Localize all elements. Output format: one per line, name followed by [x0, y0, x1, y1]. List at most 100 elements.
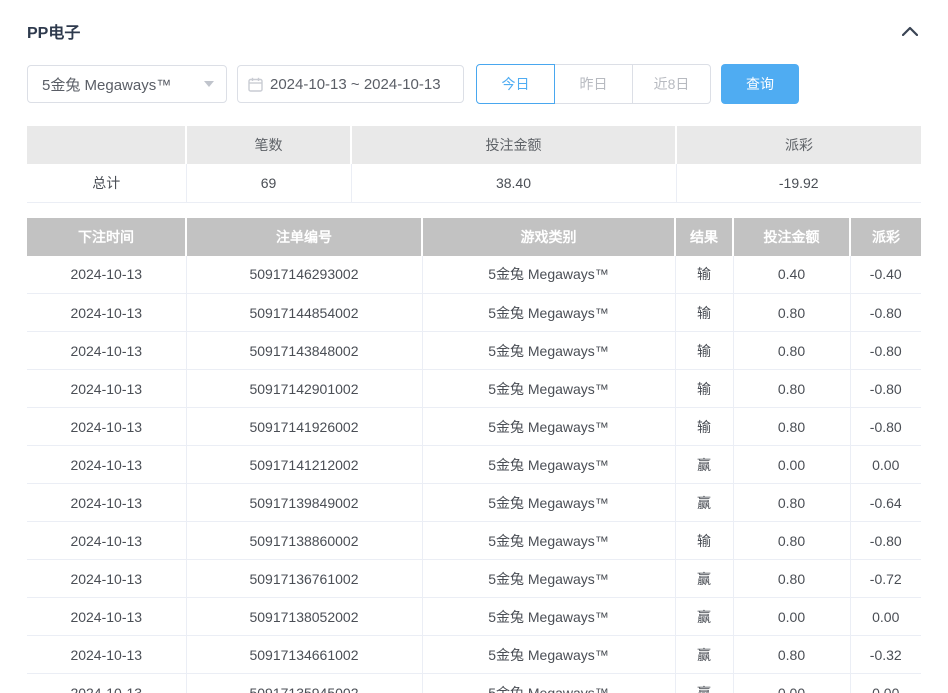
cell-date: 2024-10-13 [27, 598, 186, 636]
cell-result: 赢 [675, 636, 733, 674]
cell-order-id: 50917142901002 [186, 370, 422, 408]
table-row: 2024-10-13509171359450025金兔 Megaways™赢0.… [27, 674, 921, 693]
cell-order-id: 50917134661002 [186, 636, 422, 674]
cell-payout: -0.80 [850, 522, 921, 560]
summary-total-label: 总计 [27, 164, 186, 202]
summary-header-row: 笔数 投注金额 派彩 [27, 126, 921, 164]
cell-result: 输 [675, 522, 733, 560]
cell-game: 5金兔 Megaways™ [422, 408, 675, 446]
query-button[interactable]: 查询 [721, 64, 799, 104]
cell-date: 2024-10-13 [27, 332, 186, 370]
cell-payout: -0.32 [850, 636, 921, 674]
cell-payout: -0.80 [850, 408, 921, 446]
chevron-down-icon [204, 81, 214, 87]
collapse-chevron-up-icon[interactable] [899, 20, 921, 42]
cell-order-id: 50917143848002 [186, 332, 422, 370]
date-range-value: 2024-10-13 ~ 2024-10-13 [270, 76, 441, 93]
cell-bet: 0.80 [733, 522, 850, 560]
game-select-value: 5金兔 Megaways™ [42, 74, 171, 95]
game-select[interactable]: 5金兔 Megaways™ [27, 65, 227, 103]
date-range-picker[interactable]: 2024-10-13 ~ 2024-10-13 [237, 65, 464, 103]
cell-date: 2024-10-13 [27, 446, 186, 484]
cell-order-id: 50917144854002 [186, 294, 422, 332]
cell-date: 2024-10-13 [27, 522, 186, 560]
table-row: 2024-10-13509171462930025金兔 Megaways™输0.… [27, 256, 921, 294]
cell-game: 5金兔 Megaways™ [422, 370, 675, 408]
records-header-game-type: 游戏类别 [422, 218, 675, 256]
cell-order-id: 50917136761002 [186, 560, 422, 598]
summary-header-bet-amount: 投注金额 [351, 126, 676, 164]
cell-bet: 0.00 [733, 598, 850, 636]
cell-game: 5金兔 Megaways™ [422, 484, 675, 522]
summary-total-count: 69 [186, 164, 351, 202]
cell-bet: 0.80 [733, 636, 850, 674]
summary-header-count: 笔数 [186, 126, 351, 164]
table-row: 2024-10-13509171388600025金兔 Megaways™输0.… [27, 522, 921, 560]
cell-game: 5金兔 Megaways™ [422, 256, 675, 294]
cell-result: 输 [675, 256, 733, 294]
cell-date: 2024-10-13 [27, 674, 186, 693]
cell-payout: -0.40 [850, 256, 921, 294]
cell-game: 5金兔 Megaways™ [422, 294, 675, 332]
quick-range-group: 今日 昨日 近8日 [476, 64, 711, 104]
cell-order-id: 50917138860002 [186, 522, 422, 560]
pp-panel: PP电子 5金兔 Megaways™ 2024-10-13 ~ 2024-10-… [0, 0, 948, 693]
records-header-bet-amount: 投注金额 [733, 218, 850, 256]
summary-total-row: 总计 69 38.40 -19.92 [27, 164, 921, 202]
summary-total-bet-amount: 38.40 [351, 164, 676, 202]
cell-date: 2024-10-13 [27, 636, 186, 674]
summary-header-blank [27, 126, 186, 164]
cell-payout: -0.80 [850, 370, 921, 408]
cell-order-id: 50917146293002 [186, 256, 422, 294]
cell-game: 5金兔 Megaways™ [422, 636, 675, 674]
cell-payout: -0.64 [850, 484, 921, 522]
records-header-row: 下注时间 注单编号 游戏类别 结果 投注金额 派彩 [27, 218, 921, 256]
cell-result: 赢 [675, 446, 733, 484]
filter-bar: 5金兔 Megaways™ 2024-10-13 ~ 2024-10-13 今日… [27, 64, 921, 104]
range-button-last8days[interactable]: 近8日 [632, 64, 711, 104]
table-row: 2024-10-13509171448540025金兔 Megaways™输0.… [27, 294, 921, 332]
cell-bet: 0.00 [733, 674, 850, 693]
cell-game: 5金兔 Megaways™ [422, 446, 675, 484]
summary-table: 笔数 投注金额 派彩 总计 69 38.40 -19.92 [27, 126, 921, 203]
cell-order-id: 50917139849002 [186, 484, 422, 522]
range-button-yesterday[interactable]: 昨日 [554, 64, 633, 104]
cell-payout: -0.72 [850, 560, 921, 598]
cell-result: 输 [675, 408, 733, 446]
cell-game: 5金兔 Megaways™ [422, 560, 675, 598]
cell-order-id: 50917141926002 [186, 408, 422, 446]
summary-header-payout: 派彩 [676, 126, 921, 164]
cell-payout: 0.00 [850, 674, 921, 693]
cell-payout: -0.80 [850, 294, 921, 332]
cell-payout: -0.80 [850, 332, 921, 370]
cell-date: 2024-10-13 [27, 256, 186, 294]
cell-result: 输 [675, 332, 733, 370]
cell-game: 5金兔 Megaways™ [422, 332, 675, 370]
cell-bet: 0.80 [733, 484, 850, 522]
range-button-today[interactable]: 今日 [476, 64, 555, 104]
cell-payout: 0.00 [850, 598, 921, 636]
cell-bet: 0.40 [733, 256, 850, 294]
cell-date: 2024-10-13 [27, 370, 186, 408]
cell-order-id: 50917135945002 [186, 674, 422, 693]
cell-result: 赢 [675, 598, 733, 636]
cell-order-id: 50917141212002 [186, 446, 422, 484]
cell-game: 5金兔 Megaways™ [422, 598, 675, 636]
records-table: 下注时间 注单编号 游戏类别 结果 投注金额 派彩 2024-10-135091… [27, 218, 921, 693]
cell-bet: 0.80 [733, 294, 850, 332]
cell-date: 2024-10-13 [27, 294, 186, 332]
cell-bet: 0.80 [733, 370, 850, 408]
cell-date: 2024-10-13 [27, 408, 186, 446]
cell-result: 赢 [675, 484, 733, 522]
table-row: 2024-10-13509171346610025金兔 Megaways™赢0.… [27, 636, 921, 674]
table-row: 2024-10-13509171412120025金兔 Megaways™赢0.… [27, 446, 921, 484]
table-row: 2024-10-13509171380520025金兔 Megaways™赢0.… [27, 598, 921, 636]
cell-order-id: 50917138052002 [186, 598, 422, 636]
records-header-payout: 派彩 [850, 218, 921, 256]
cell-result: 赢 [675, 560, 733, 598]
page-title: PP电子 [27, 19, 80, 43]
table-row: 2024-10-13509171438480025金兔 Megaways™输0.… [27, 332, 921, 370]
table-row: 2024-10-13509171398490025金兔 Megaways™赢0.… [27, 484, 921, 522]
cell-bet: 0.80 [733, 332, 850, 370]
calendar-icon [248, 77, 263, 92]
